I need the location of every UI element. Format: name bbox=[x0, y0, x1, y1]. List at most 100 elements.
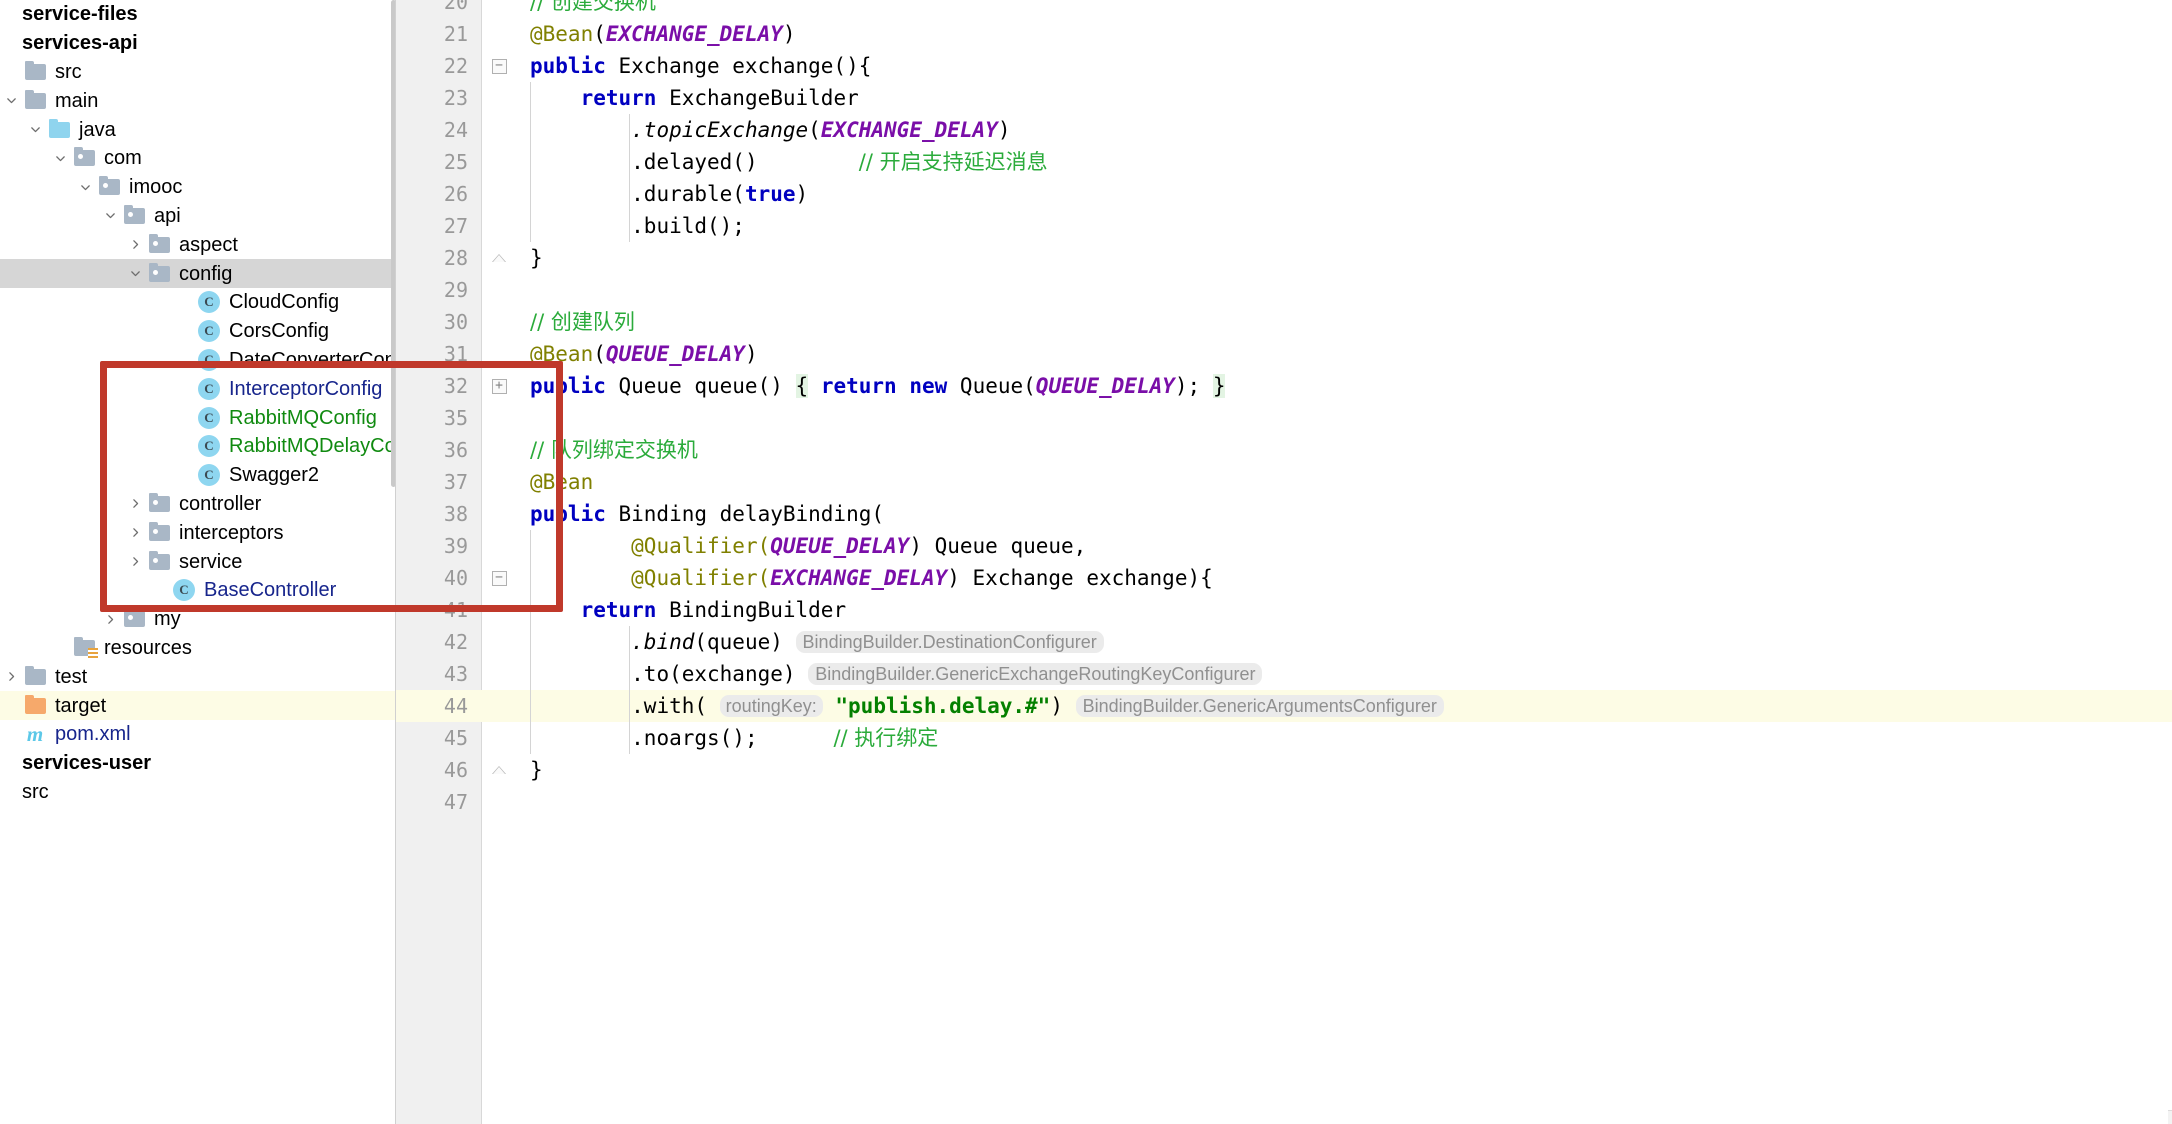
project-tree[interactable]: service-files services-api src main java com i… bbox=[0, 0, 396, 806]
fold-collapse-icon[interactable]: − bbox=[491, 58, 507, 74]
java-class-icon: C bbox=[196, 377, 222, 400]
code-line[interactable]: 43 .to(exchange) BindingBuilder.GenericE… bbox=[396, 658, 2172, 690]
code-line[interactable]: 35 bbox=[396, 402, 2172, 434]
code-line[interactable]: 28 } bbox=[396, 242, 2172, 274]
tree-item-label: services-user bbox=[22, 752, 151, 775]
code-line[interactable]: 45 .noargs(); // 执行绑定 bbox=[396, 722, 2172, 754]
code-line[interactable]: 25 .delayed() // 开启支持延迟消息 bbox=[396, 146, 2172, 178]
line-number: 24 bbox=[443, 118, 468, 142]
code-line[interactable]: 21 @Bean(EXCHANGE_DELAY) bbox=[396, 18, 2172, 50]
tree-item-target[interactable]: target bbox=[0, 691, 396, 720]
tree-item-src[interactable]: src bbox=[0, 778, 396, 807]
fold-end-icon[interactable] bbox=[492, 254, 506, 262]
tree-item-label: src bbox=[22, 780, 49, 803]
tree-item-interceptors[interactable]: interceptors bbox=[0, 518, 396, 547]
chevron-down-icon[interactable] bbox=[74, 181, 96, 194]
code-line[interactable]: 46 } bbox=[396, 754, 2172, 786]
annotation-token: @Bean bbox=[530, 342, 594, 366]
code-line[interactable]: 37 @Bean bbox=[396, 466, 2172, 498]
tree-item-controller[interactable]: controller bbox=[0, 490, 396, 519]
line-number: 30 bbox=[443, 310, 468, 334]
code-line[interactable]: 29 bbox=[396, 274, 2172, 306]
tree-item-service[interactable]: service bbox=[0, 547, 396, 576]
code-content: @Qualifier(EXCHANGE_DELAY) Exchange exch… bbox=[516, 562, 2172, 594]
fold-marker[interactable]: − bbox=[482, 570, 516, 586]
folder-icon bbox=[22, 60, 48, 80]
chevron-down-icon[interactable] bbox=[49, 152, 71, 165]
fold-end-icon[interactable] bbox=[492, 766, 506, 774]
tree-item-rabbitmqdelayconfig[interactable]: C RabbitMQDelayConfig bbox=[0, 432, 396, 461]
tree-item-java[interactable]: java bbox=[0, 115, 396, 144]
code-content: .bind(queue) BindingBuilder.DestinationC… bbox=[516, 626, 2172, 658]
code-content: // 创建交换机 bbox=[516, 0, 2172, 18]
tree-item-interceptorconfig[interactable]: C InterceptorConfig bbox=[0, 374, 396, 403]
code-line[interactable]: 42 .bind(queue) BindingBuilder.Destinati… bbox=[396, 626, 2172, 658]
method-call: .durable( bbox=[631, 182, 745, 206]
project-tool-window[interactable]: service-files services-api src main java com i… bbox=[0, 0, 396, 1124]
chevron-down-icon[interactable] bbox=[124, 267, 146, 280]
code-line[interactable]: 31 @Bean(QUEUE_DELAY) bbox=[396, 338, 2172, 370]
chevron-right-icon[interactable] bbox=[124, 555, 146, 568]
tree-item-cloudconfig[interactable]: C CloudConfig bbox=[0, 288, 396, 317]
code-line[interactable]: 24 .topicExchange(EXCHANGE_DELAY) bbox=[396, 114, 2172, 146]
code-line[interactable]: 23 return ExchangeBuilder bbox=[396, 82, 2172, 114]
chevron-down-icon[interactable] bbox=[99, 209, 121, 222]
code-line[interactable]: 20 // 创建交换机 bbox=[396, 0, 2172, 18]
punct: ) bbox=[744, 342, 758, 366]
tree-item-label: InterceptorConfig bbox=[229, 377, 383, 400]
chevron-right-icon[interactable] bbox=[99, 613, 121, 626]
code-line[interactable]: 47 bbox=[396, 786, 2172, 818]
code-line[interactable]: 26 .durable(true) bbox=[396, 178, 2172, 210]
chevron-down-icon[interactable] bbox=[24, 123, 46, 136]
code-line[interactable]: 38 public Binding delayBinding( bbox=[396, 498, 2172, 530]
tree-item-services-api[interactable]: services-api bbox=[0, 29, 396, 58]
tree-item-main[interactable]: main bbox=[0, 86, 396, 115]
chevron-right-icon[interactable] bbox=[124, 526, 146, 539]
chevron-right-icon[interactable] bbox=[0, 670, 22, 683]
inlay-type-hint: BindingBuilder.DestinationConfigurer bbox=[795, 631, 1104, 653]
tree-item-resources[interactable]: resources bbox=[0, 634, 396, 663]
tree-item-dateconverterconfig[interactable]: C DateConverterConfig bbox=[0, 346, 396, 375]
tree-item-aspect[interactable]: aspect bbox=[0, 230, 396, 259]
code-line[interactable]: 40 − @Qualifier(EXCHANGE_DELAY) Exchange… bbox=[396, 562, 2172, 594]
tree-item-test[interactable]: test bbox=[0, 662, 396, 691]
tree-item-label: RabbitMQConfig bbox=[229, 406, 377, 429]
fold-marker[interactable] bbox=[482, 254, 516, 262]
tree-item-pom-xml[interactable]: m pom.xml bbox=[0, 720, 396, 749]
fold-marker[interactable] bbox=[482, 766, 516, 774]
tree-item-my[interactable]: my bbox=[0, 605, 396, 634]
code-line[interactable]: 36 // 队列绑定交换机 bbox=[396, 434, 2172, 466]
fold-marker[interactable]: − bbox=[482, 58, 516, 74]
fold-expand-icon[interactable]: + bbox=[491, 378, 507, 394]
tree-item-service-files[interactable]: service-files bbox=[0, 0, 396, 29]
fold-collapse-icon[interactable]: − bbox=[491, 570, 507, 586]
indent-guide bbox=[530, 658, 531, 690]
tree-item-api[interactable]: api bbox=[0, 202, 396, 231]
tree-item-label: service bbox=[179, 550, 243, 573]
code-editor[interactable]: 20 // 创建交换机 21 @Bean(EXCHANGE_DELAY) 22 … bbox=[396, 0, 2172, 1124]
tree-item-services-user[interactable]: services-user bbox=[0, 749, 396, 778]
tree-item-com[interactable]: com bbox=[0, 144, 396, 173]
code-line[interactable]: 30 // 创建队列 bbox=[396, 306, 2172, 338]
code-content: @Bean bbox=[516, 466, 2172, 498]
fold-marker[interactable]: + bbox=[482, 378, 516, 394]
chevron-right-icon[interactable] bbox=[124, 497, 146, 510]
tree-item-basecontroller[interactable]: C BaseController bbox=[0, 576, 396, 605]
code-line[interactable]: 27 .build(); bbox=[396, 210, 2172, 242]
tree-item-rabbitmqconfig[interactable]: C RabbitMQConfig bbox=[0, 403, 396, 432]
code-line[interactable]: 22 − public Exchange exchange(){ bbox=[396, 50, 2172, 82]
chevron-right-icon[interactable] bbox=[124, 238, 146, 251]
tree-item-src[interactable]: src bbox=[0, 58, 396, 87]
code-line[interactable]: 32 + public Queue queue() { return new Q… bbox=[396, 370, 2172, 402]
editor-code-area[interactable]: 20 // 创建交换机 21 @Bean(EXCHANGE_DELAY) 22 … bbox=[396, 0, 2172, 818]
tree-item-swagger2[interactable]: C Swagger2 bbox=[0, 461, 396, 490]
tree-item-corsconfig[interactable]: C CorsConfig bbox=[0, 317, 396, 346]
code-line[interactable]: 41 return BindingBuilder bbox=[396, 594, 2172, 626]
code-line[interactable]: 44 .with( routingKey: "publish.delay.#")… bbox=[396, 690, 2172, 722]
tree-item-config[interactable]: config bbox=[0, 259, 396, 288]
code-line[interactable]: 39 @Qualifier(QUEUE_DELAY) Queue queue, bbox=[396, 530, 2172, 562]
chevron-down-icon[interactable] bbox=[0, 94, 22, 107]
tree-item-imooc[interactable]: imooc bbox=[0, 173, 396, 202]
java-class-icon: C bbox=[196, 406, 222, 429]
tree-item-label: config bbox=[179, 262, 233, 285]
